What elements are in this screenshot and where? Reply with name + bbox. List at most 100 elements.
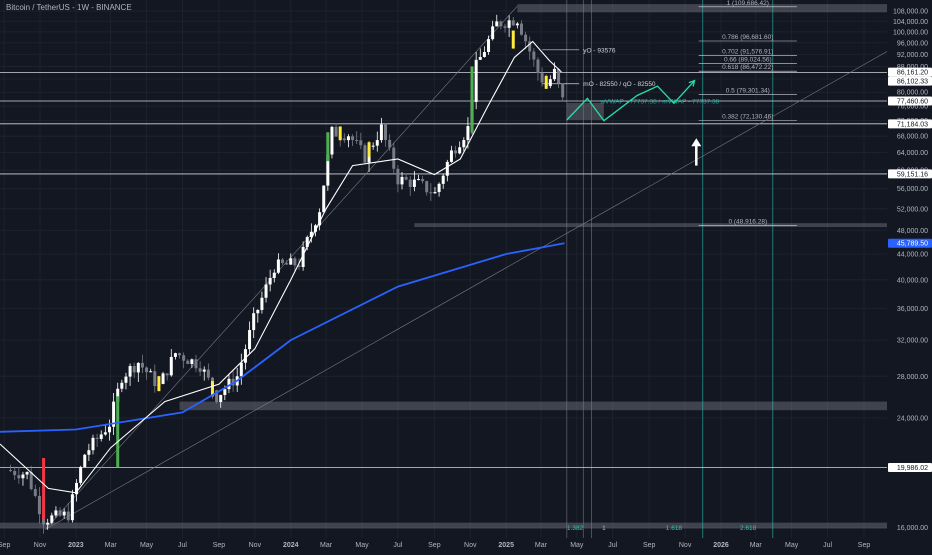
candle-body — [458, 147, 462, 154]
highlight-candle-yellow — [367, 142, 371, 157]
candle-body — [425, 181, 429, 193]
fib-level-label: 0.618 (86,472.22) — [722, 64, 773, 71]
candle-body — [153, 371, 157, 387]
candle-body — [21, 474, 25, 479]
candle-body — [219, 394, 223, 403]
candle-body — [408, 179, 412, 187]
price-axis-tick: 80,000.00 — [897, 90, 928, 97]
candle-body — [87, 450, 91, 455]
candle-body — [515, 23, 519, 26]
candle-body — [466, 126, 470, 141]
candle-body — [289, 258, 293, 265]
candle-body — [412, 179, 416, 187]
time-axis-tick: Mar — [535, 542, 548, 549]
candle-body — [478, 56, 482, 60]
highlight-candle-yellow — [157, 376, 161, 392]
candle-body — [363, 145, 367, 163]
candle-body — [285, 263, 289, 265]
candle-body — [206, 369, 210, 378]
candle-body — [260, 297, 264, 310]
bottom-marker-label: 1.382 — [567, 525, 584, 532]
price-axis-tick: 28,000.00 — [897, 374, 928, 381]
candle-body — [272, 272, 276, 278]
candle-body — [511, 20, 515, 26]
time-axis-tick: Jul — [178, 542, 187, 549]
candle-body — [58, 510, 62, 516]
candle-body — [421, 179, 425, 182]
candle-body — [293, 258, 297, 266]
candle-body — [182, 355, 186, 361]
candle-body — [487, 39, 491, 53]
candle-body — [239, 362, 243, 377]
candle-body — [322, 185, 326, 213]
candle-body — [351, 136, 355, 140]
time-axis-tick: 2024 — [283, 542, 299, 549]
candle-body — [243, 349, 247, 363]
candle-body — [17, 475, 21, 479]
candle-body — [404, 176, 408, 180]
time-axis-tick: May — [355, 542, 369, 549]
time-axis-tick: Nov — [249, 542, 262, 549]
time-axis-tick: Nov — [34, 542, 47, 549]
candle-body — [91, 437, 95, 451]
price-axis-badge-label: 19,986.02 — [897, 465, 928, 472]
price-axis-badge-label: 45,789.50 — [897, 241, 928, 248]
candle-body — [165, 373, 169, 376]
candle-body — [552, 68, 556, 80]
candle-body — [519, 23, 523, 35]
candle-body — [346, 136, 350, 141]
candle-body — [173, 353, 177, 357]
candle-body — [400, 176, 404, 185]
candle-body — [491, 26, 495, 40]
time-axis-tick: Sep — [213, 542, 226, 549]
candle-body — [557, 68, 561, 84]
time-axis-tick: May — [570, 542, 584, 549]
candle-body — [186, 360, 190, 364]
fib-level-label: 0.702 (91,576.91) — [722, 49, 773, 56]
candle-body — [140, 362, 144, 368]
time-axis-tick: Sep — [0, 542, 10, 549]
price-chart[interactable]: 1 (109,686.42) 0.786 (96,681.60) 0.702 (91… — [0, 0, 932, 550]
candle-body — [416, 179, 420, 181]
price-zone — [414, 223, 887, 228]
highlight-candle-green — [116, 396, 120, 468]
time-axis-tick: Mar — [320, 542, 333, 549]
candle-body — [334, 126, 338, 137]
candle-body — [29, 472, 33, 490]
price-axis-badge-label: 86,102.33 — [897, 79, 928, 86]
time-axis-tick: Jul — [823, 542, 832, 549]
candle-body — [169, 356, 173, 376]
time-axis-tick: 2026 — [713, 542, 729, 549]
candle-body — [256, 309, 260, 314]
price-axis-tick: 44,000.00 — [897, 251, 928, 258]
candle-body — [499, 21, 503, 27]
candle-body — [46, 522, 50, 525]
price-axis-badge-label: 71,184.03 — [897, 121, 928, 128]
candle-body — [524, 34, 528, 42]
candle-body — [437, 183, 441, 193]
candle-body — [107, 426, 111, 433]
candle-body — [359, 140, 363, 146]
candle-body — [62, 511, 66, 516]
candle-body — [281, 259, 285, 264]
fib-level-label: 1 (109,686.42) — [727, 0, 769, 7]
price-axis-tick: 64,000.00 — [897, 150, 928, 157]
candle-body — [161, 373, 165, 384]
price-axis-tick: 32,000.00 — [897, 338, 928, 345]
candle-body — [33, 489, 37, 496]
candle-body — [330, 126, 334, 155]
candle-body — [99, 434, 103, 439]
fib-level-label: 0.382 (72,130.46) — [722, 113, 773, 120]
price-axis-tick: 56,000.00 — [897, 186, 928, 193]
candle-body — [13, 470, 17, 476]
candle-body — [276, 259, 280, 273]
bottom-marker-label: 1.618 — [666, 525, 683, 532]
candle-body — [454, 150, 458, 154]
chart-area[interactable]: 1 (109,686.42) 0.786 (96,681.60) 0.702 (91… — [0, 0, 932, 550]
candle-body — [124, 376, 128, 383]
candle-body — [561, 83, 565, 98]
candle-body — [441, 175, 445, 184]
highlight-candle-green — [326, 132, 330, 162]
candle-body — [70, 494, 74, 521]
price-axis-badge-label: 77,460.60 — [897, 98, 928, 105]
